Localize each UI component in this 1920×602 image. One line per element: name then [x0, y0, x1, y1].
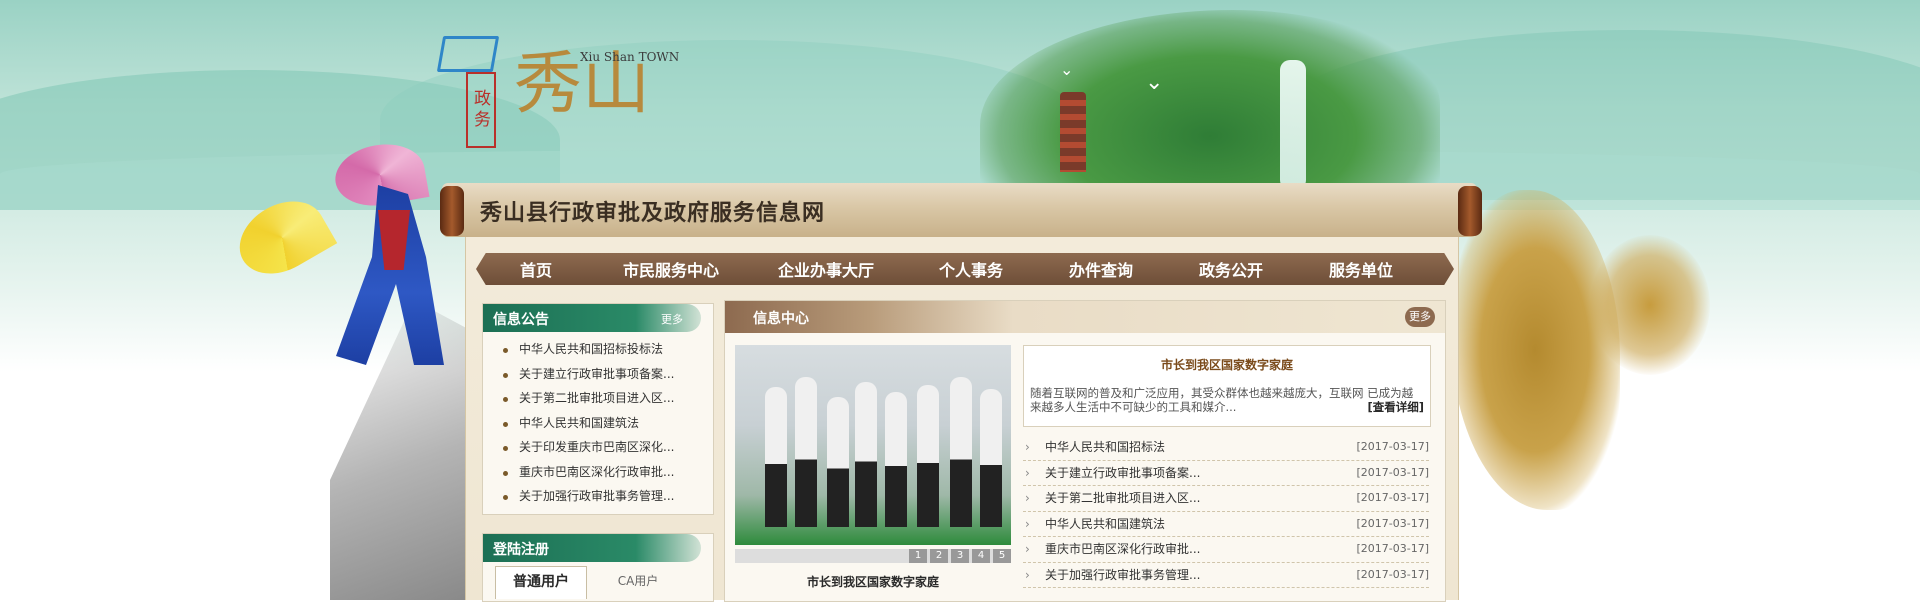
news-item[interactable]: 中华人民共和国建筑法[2017-03-17]	[1023, 512, 1429, 537]
tab-ca-user[interactable]: CA用户	[593, 566, 683, 598]
notice-more-link[interactable]: 更多	[661, 311, 683, 327]
login-tabs: 普通用户 CA用户	[495, 566, 683, 599]
scroll-roller	[440, 186, 464, 236]
slide-number-button[interactable]: 2	[930, 549, 948, 563]
notice-header: 信息公告 更多	[483, 304, 701, 332]
notice-item[interactable]: 重庆市巴南区深化行政审批...	[483, 460, 713, 485]
slide-number-button[interactable]: 3	[951, 549, 969, 563]
featured-title[interactable]: 市长到我区国家数字家庭	[1024, 356, 1430, 373]
nav-citizen-service[interactable]: 市民服务中心	[596, 257, 746, 281]
news-list: 中华人民共和国招标法[2017-03-17] 关于建立行政审批事项备案...[2…	[1023, 435, 1429, 588]
notice-item[interactable]: 关于加强行政审批事务管理...	[483, 484, 713, 509]
notice-item[interactable]: 中华人民共和国招标投标法	[483, 337, 713, 362]
news-item[interactable]: 关于第二批审批项目进入区...[2017-03-17]	[1023, 486, 1429, 512]
waterfall-image	[1280, 60, 1306, 190]
site-logo[interactable]: 政务 秀山 Xiu Shan TOWN	[436, 28, 700, 148]
flag-icon	[436, 36, 500, 72]
news-item[interactable]: 中华人民共和国招标法[2017-03-17]	[1023, 435, 1429, 461]
person-figure	[950, 377, 972, 527]
logo-english-text: Xiu Shan TOWN	[580, 50, 680, 64]
info-center-panel: 信息中心 更多 1 2 3 4 5 市长到我区国家数字家庭 市长到我区国家数字家…	[724, 300, 1446, 602]
person-figure	[827, 397, 849, 527]
notice-item[interactable]: 中华人民共和国建筑法	[483, 411, 713, 436]
logo-seal: 政务	[466, 72, 496, 148]
photo-slider-nav: 1 2 3 4 5	[735, 549, 1011, 563]
notice-item[interactable]: 关于第二批审批项目进入区...	[483, 386, 713, 411]
info-title: 信息中心	[753, 311, 809, 327]
nav-gov-public[interactable]: 政务公开	[1166, 257, 1296, 281]
login-panel: 登陆注册 普通用户 CA用户	[482, 533, 714, 602]
nav-enterprise-hall[interactable]: 企业办事大厅	[746, 257, 906, 281]
notice-list: 中华人民共和国招标投标法 关于建立行政审批事项备案... 关于第二批审批项目进入…	[483, 337, 713, 509]
person-figure	[885, 392, 907, 527]
logo-calligraphy: 秀山	[514, 45, 651, 124]
featured-article: 市长到我区国家数字家庭 随着互联网的普及和广泛应用，其受众群体也越来越庞大，互联…	[1023, 345, 1431, 427]
pagoda-image	[1060, 92, 1086, 172]
login-header: 登陆注册	[483, 534, 701, 562]
person-figure	[765, 387, 787, 527]
photo-caption[interactable]: 市长到我区国家数字家庭	[735, 573, 1011, 590]
ink-splash-decoration	[1590, 235, 1710, 375]
person-figure	[980, 389, 1002, 527]
slide-number-button[interactable]: 1	[909, 549, 927, 563]
tab-normal-user[interactable]: 普通用户	[495, 566, 587, 599]
news-item[interactable]: 重庆市巴南区深化行政审批...[2017-03-17]	[1023, 537, 1429, 563]
person-figure	[855, 382, 877, 527]
crane-icon: ⌄	[1060, 60, 1074, 79]
news-item[interactable]: 关于建立行政审批事项备案...[2017-03-17]	[1023, 461, 1429, 486]
login-title: 登陆注册	[493, 542, 549, 558]
person-figure	[795, 377, 817, 527]
nav-case-query[interactable]: 办件查询	[1036, 257, 1166, 281]
slide-number-button[interactable]: 4	[972, 549, 990, 563]
news-photo[interactable]	[735, 345, 1011, 545]
site-title: 秀山县行政审批及政府服务信息网	[480, 201, 826, 226]
scroll-roller	[1458, 186, 1482, 236]
notice-panel: 信息公告 更多 中华人民共和国招标投标法 关于建立行政审批事项备案... 关于第…	[482, 303, 714, 515]
nav-service-units[interactable]: 服务单位	[1296, 257, 1426, 281]
nav-home[interactable]: 首页	[476, 257, 596, 281]
slide-number-button[interactable]: 5	[993, 549, 1011, 563]
notice-title: 信息公告	[493, 312, 549, 328]
info-header: 信息中心 更多	[725, 301, 1445, 333]
notice-item[interactable]: 关于印发重庆市巴南区深化...	[483, 435, 713, 460]
main-nav: 首页 市民服务中心 企业办事大厅 个人事务 办件查询 政务公开 服务单位	[476, 253, 1454, 285]
featured-summary: 随着互联网的普及和广泛应用，其受众群体也越来越庞大，互联网 已成为越来越多人生活…	[1030, 386, 1424, 414]
nav-personal-affairs[interactable]: 个人事务	[906, 257, 1036, 281]
person-figure	[917, 385, 939, 527]
view-detail-link[interactable]: [查看详细]	[1367, 400, 1424, 414]
info-more-link[interactable]: 更多	[1405, 307, 1435, 327]
notice-item[interactable]: 关于建立行政审批事项备案...	[483, 362, 713, 387]
news-item[interactable]: 关于加强行政审批事务管理...[2017-03-17]	[1023, 563, 1429, 588]
crane-icon: ⌄	[1145, 70, 1164, 95]
